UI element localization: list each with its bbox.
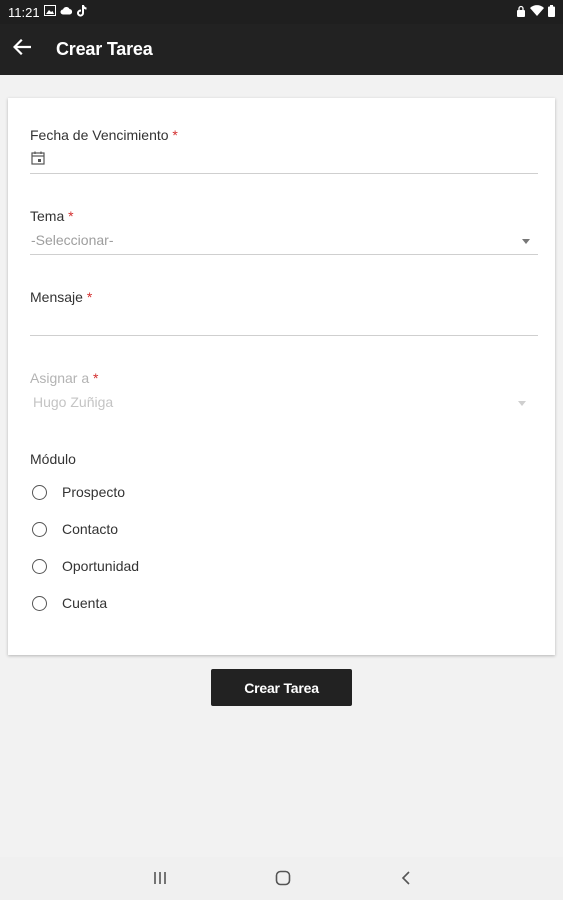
- app-bar: Crear Tarea: [0, 24, 563, 75]
- back-button[interactable]: [0, 24, 44, 75]
- message-underline: [30, 335, 538, 336]
- radio-label: Contacto: [62, 521, 119, 537]
- assign-to-label: Asignar a: [30, 370, 90, 386]
- image-icon: [43, 5, 56, 19]
- radio-label: Oportunidad: [62, 558, 140, 574]
- arrow-left-icon: [12, 38, 32, 60]
- required-mark: *: [172, 127, 178, 143]
- topic-label: Tema: [30, 208, 65, 224]
- radio-circle[interactable]: [32, 558, 47, 574]
- required-mark: *: [86, 289, 93, 305]
- wifi-icon: [530, 5, 544, 19]
- chevron-down-icon: [518, 401, 526, 406]
- radio-contacto[interactable]: Contacto: [32, 521, 118, 537]
- status-bar: 11:21: [0, 0, 563, 24]
- topic-placeholder: -Seleccionar-: [31, 232, 114, 248]
- due-date-field[interactable]: Fecha de Vencimiento *: [30, 127, 538, 175]
- form-card: Fecha de Vencimiento * Tema * -Seleccion…: [8, 98, 555, 655]
- status-time: 11:21: [8, 4, 40, 20]
- radio-cuenta[interactable]: Cuenta: [32, 595, 107, 611]
- topic-select[interactable]: Tema * -Seleccionar-: [30, 208, 538, 256]
- home-icon[interactable]: [273, 869, 293, 887]
- assign-to-select: Asignar a * Hugo Zuñiga: [30, 370, 538, 418]
- required-mark: *: [93, 370, 99, 386]
- module-label: Módulo: [30, 451, 76, 467]
- required-mark: *: [68, 208, 74, 224]
- lock-icon: [516, 5, 526, 20]
- due-date-label: Fecha de Vencimiento: [30, 127, 169, 143]
- page-title: Crear Tarea: [56, 39, 153, 59]
- assign-to-value: Hugo Zuñiga: [33, 394, 114, 410]
- radio-label: Cuenta: [62, 595, 108, 611]
- chevron-down-icon: [522, 239, 530, 244]
- tiktok-icon: [76, 4, 87, 20]
- battery-icon: [548, 4, 555, 20]
- radio-oportunidad[interactable]: Oportunidad: [32, 558, 139, 574]
- recent-apps-icon[interactable]: [150, 869, 170, 887]
- radio-circle[interactable]: [32, 521, 47, 537]
- calendar-icon[interactable]: [31, 151, 45, 170]
- cloud-icon: [60, 6, 73, 18]
- due-date-underline: [30, 173, 538, 174]
- radio-circle[interactable]: [32, 484, 47, 500]
- radio-prospecto[interactable]: Prospecto: [32, 484, 125, 500]
- create-task-button[interactable]: Crear Tarea: [211, 669, 352, 706]
- radio-circle[interactable]: [32, 595, 47, 611]
- message-label: Mensaje: [30, 289, 83, 305]
- back-nav-icon[interactable]: [396, 869, 416, 887]
- navigation-bar: [0, 857, 563, 900]
- topic-underline: [30, 254, 538, 255]
- message-input[interactable]: Mensaje *: [30, 289, 538, 337]
- radio-label: Prospecto: [62, 484, 126, 500]
